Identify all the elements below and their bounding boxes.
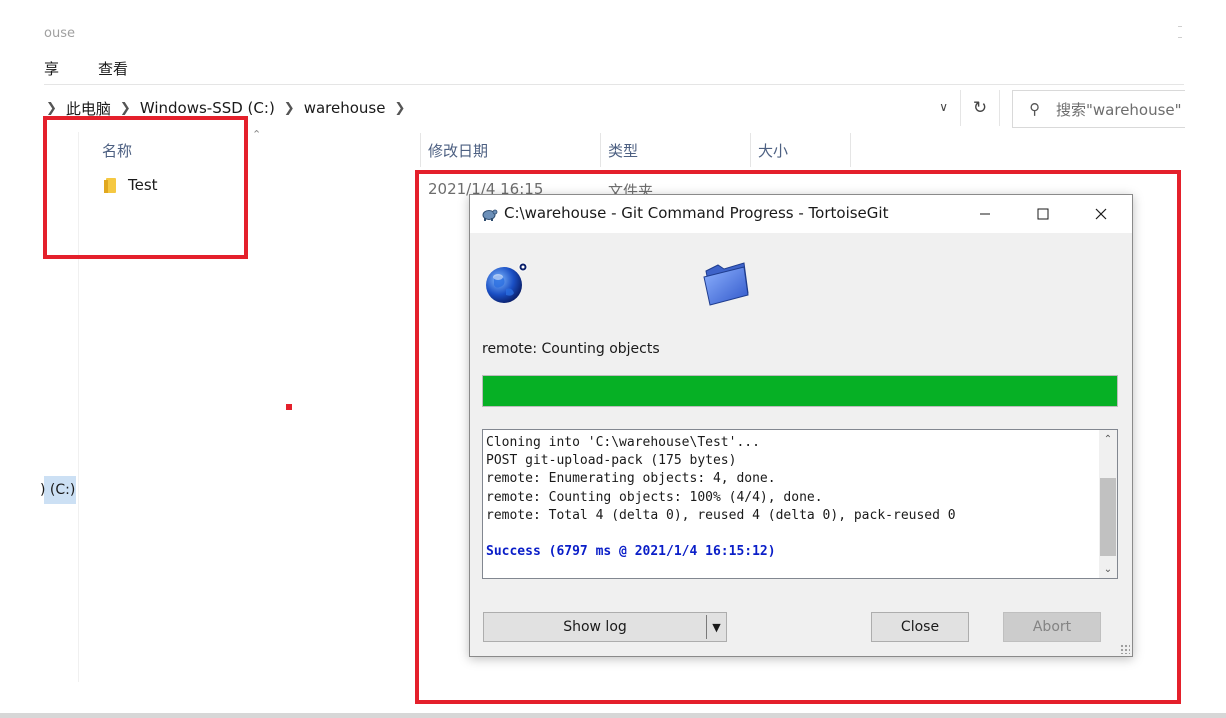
- column-divider[interactable]: [600, 133, 601, 167]
- ribbon-divider: [44, 84, 1184, 85]
- column-divider[interactable]: [420, 133, 421, 167]
- sort-ascending-icon: ⌃: [252, 128, 262, 141]
- column-divider[interactable]: [850, 133, 851, 167]
- column-header-size[interactable]: 大小: [758, 133, 788, 167]
- search-placeholder: 搜索"warehouse": [1056, 100, 1182, 119]
- search-input[interactable]: ⚲ 搜索"warehouse": [1012, 90, 1185, 128]
- nav-item-drive-c[interactable]: ) (C:): [40, 476, 76, 504]
- explorer-window-title: ouse: [44, 26, 75, 41]
- column-divider[interactable]: [750, 133, 751, 167]
- ribbon-tab-share[interactable]: 享: [44, 58, 59, 79]
- column-header-type[interactable]: 类型: [608, 133, 638, 167]
- taskbar-edge: [0, 713, 1226, 718]
- breadcrumb-chevron-icon[interactable]: ❯: [120, 101, 131, 116]
- breadcrumb-chevron-icon[interactable]: ❯: [284, 101, 295, 116]
- refresh-icon: ↻: [972, 98, 988, 118]
- ribbon-tab-view[interactable]: 查看: [98, 58, 128, 79]
- breadcrumb-warehouse[interactable]: warehouse: [304, 99, 386, 117]
- search-icon: ⚲: [1029, 100, 1040, 118]
- column-header-modified[interactable]: 修改日期: [428, 133, 488, 167]
- breadcrumb-chevron-icon[interactable]: ❯: [46, 101, 57, 116]
- window-control-fragment: [1178, 26, 1182, 38]
- refresh-button[interactable]: ↻: [960, 90, 1000, 126]
- address-history-chevron-down-icon[interactable]: ∨: [939, 100, 948, 114]
- annotation-box-dialog: [415, 170, 1181, 704]
- nav-item-label: ) (C:): [40, 482, 76, 498]
- breadcrumb-chevron-icon[interactable]: ❯: [394, 101, 405, 116]
- annotation-box-name-column: [43, 116, 248, 259]
- red-marker-dot: [286, 404, 292, 410]
- breadcrumb-drive[interactable]: Windows-SSD (C:): [140, 99, 275, 117]
